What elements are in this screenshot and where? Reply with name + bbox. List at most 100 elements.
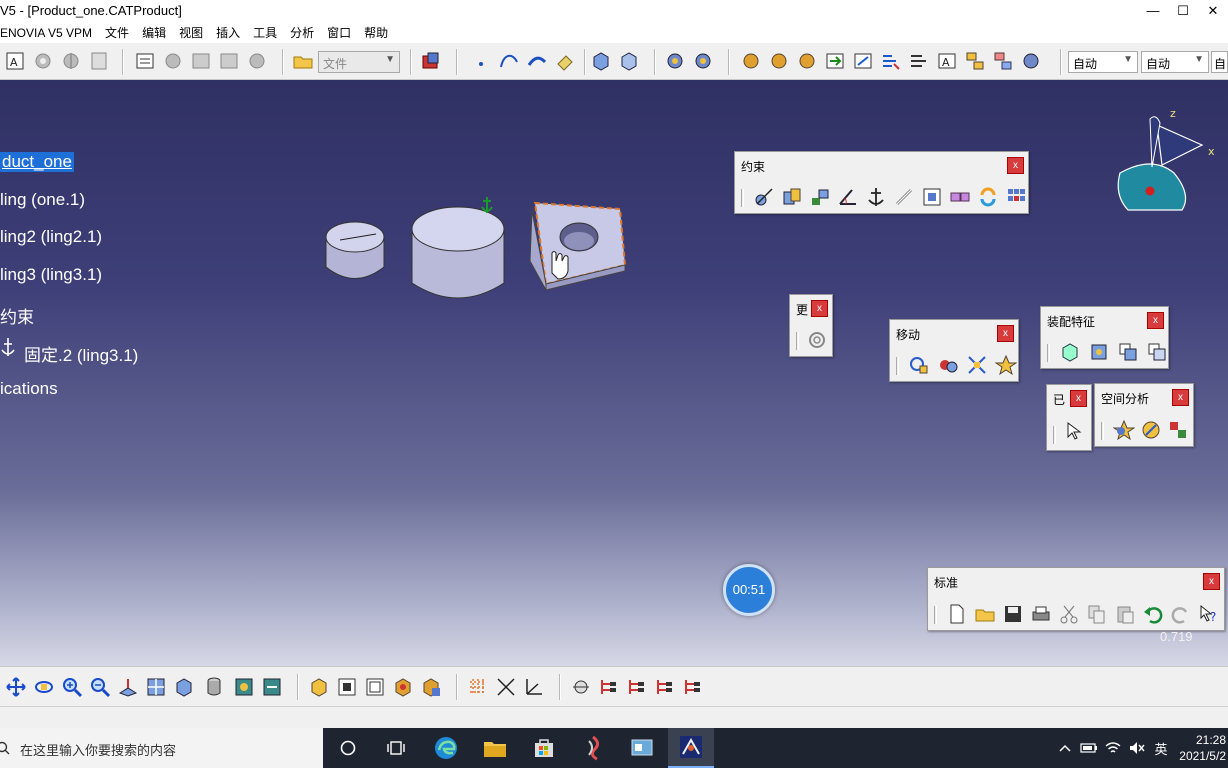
cube-view-icon[interactable] <box>618 50 640 72</box>
menu-edit[interactable]: 编辑 <box>142 24 166 41</box>
undo-icon[interactable] <box>1142 603 1164 625</box>
gear-assembly-icon[interactable] <box>796 50 818 72</box>
file-combo[interactable]: 文件 ▼ <box>318 51 400 73</box>
spline-icon[interactable] <box>498 50 520 72</box>
offset-constraint-icon[interactable] <box>809 186 831 208</box>
tray-clock[interactable]: 21:28 2021/5/2 <box>1174 728 1228 768</box>
tray-expand-button[interactable] <box>1054 728 1076 768</box>
eraser-icon[interactable] <box>554 50 576 72</box>
manipulate-icon[interactable] <box>908 354 930 376</box>
distance-analysis-icon[interactable] <box>1167 419 1189 441</box>
gear-assembly-icon[interactable] <box>768 50 790 72</box>
coordinate-icon[interactable] <box>523 676 545 698</box>
copy-icon[interactable] <box>1086 603 1108 625</box>
menu-analysis[interactable]: 分析 <box>290 24 314 41</box>
line-type-combo[interactable]: 自动 ▼ <box>1141 51 1209 73</box>
new-part-icon[interactable] <box>392 676 414 698</box>
coincidence-constraint-icon[interactable] <box>753 186 775 208</box>
tree-expand-icon[interactable] <box>654 676 676 698</box>
tree-icon[interactable] <box>992 50 1014 72</box>
shading-icon[interactable] <box>203 676 225 698</box>
menu-help[interactable]: 帮助 <box>364 24 388 41</box>
zoom-in-icon[interactable] <box>61 676 83 698</box>
clash-icon[interactable] <box>1113 419 1135 441</box>
applied-close-button[interactable]: x <box>1070 390 1087 407</box>
arrow-right-icon[interactable] <box>824 50 846 72</box>
redo-icon[interactable] <box>1170 603 1192 625</box>
taskbar-search-box[interactable]: 在这里输入你要搜索的内容 <box>0 728 323 768</box>
cut-icon[interactable] <box>1058 603 1080 625</box>
split-icon[interactable] <box>1059 341 1081 363</box>
toolbar-grip[interactable] <box>1101 422 1104 440</box>
menu-tools[interactable]: 工具 <box>253 24 277 41</box>
gear-assembly-icon[interactable] <box>692 50 714 72</box>
small-cylinder-part[interactable] <box>325 221 385 279</box>
table-grey-icon[interactable] <box>190 50 212 72</box>
menu-enovia[interactable]: ENOVIA V5 VPM <box>0 26 92 40</box>
3d-parts-scene[interactable] <box>320 195 640 315</box>
selection-arrow-icon[interactable] <box>1063 420 1085 442</box>
taskbar-app-screen[interactable] <box>619 728 665 768</box>
tray-network[interactable] <box>1102 728 1124 768</box>
update-close-button[interactable]: x <box>811 300 828 317</box>
standard-toolbar[interactable]: 标准 x ? <box>927 567 1225 631</box>
hide-show-icon[interactable] <box>233 676 255 698</box>
sectioning-icon[interactable] <box>1140 419 1162 441</box>
tree-icon[interactable] <box>964 50 986 72</box>
tree-item-applications[interactable]: ications <box>0 379 58 399</box>
close-button[interactable]: ✕ <box>1198 0 1228 22</box>
tray-volume[interactable] <box>1126 728 1148 768</box>
assembly-features-toolbar[interactable]: 装配特征 x <box>1040 306 1169 369</box>
tree-item-ling3[interactable]: ling3 (ling3.1) <box>0 265 102 285</box>
paste-icon[interactable] <box>1114 603 1136 625</box>
text-icon[interactable]: A <box>936 50 958 72</box>
taskbar-store[interactable] <box>521 728 567 768</box>
toolbar-grip[interactable] <box>934 606 937 624</box>
fix-component-icon[interactable] <box>865 186 887 208</box>
minimize-button[interactable]: — <box>1138 0 1168 22</box>
tray-battery[interactable] <box>1078 728 1100 768</box>
space-analysis-close-button[interactable]: x <box>1172 389 1189 406</box>
change-constraint-icon[interactable] <box>977 186 999 208</box>
gear-assembly-icon[interactable] <box>740 50 762 72</box>
gear-grey-icon[interactable] <box>32 50 54 72</box>
normal-view-icon[interactable] <box>117 676 139 698</box>
grid-icon[interactable] <box>467 676 489 698</box>
existing-component-icon[interactable] <box>308 676 330 698</box>
axis-system-icon[interactable] <box>495 676 517 698</box>
gear-grey-icon[interactable] <box>246 50 268 72</box>
properties-icon[interactable] <box>134 50 156 72</box>
explode-icon[interactable] <box>966 354 988 376</box>
ai-icon[interactable]: A <box>4 50 26 72</box>
cube-view-icon[interactable] <box>590 50 612 72</box>
move-close-button[interactable]: x <box>997 325 1014 342</box>
3d-viewport[interactable]: duct_one ling (one.1) ling2 (ling2.1) li… <box>0 80 1228 666</box>
taskbar-app-3dx[interactable] <box>570 728 616 768</box>
tree-item-ling[interactable]: ling (one.1) <box>0 190 85 210</box>
remove-icon[interactable] <box>1146 341 1168 363</box>
new-product-icon[interactable] <box>364 676 386 698</box>
contact-constraint-icon[interactable] <box>781 186 803 208</box>
tree-item-ling2[interactable]: ling2 (ling2.1) <box>0 227 102 247</box>
new-component-icon[interactable] <box>336 676 358 698</box>
compass-widget[interactable]: z x <box>1112 105 1222 215</box>
pocket-icon[interactable] <box>1117 341 1139 363</box>
update-icon[interactable] <box>806 329 828 351</box>
layer-combo[interactable]: 自 <box>1211 51 1228 73</box>
quick-constraint-icon[interactable] <box>921 186 943 208</box>
iso-view-icon[interactable] <box>173 676 195 698</box>
pan-icon[interactable] <box>5 676 27 698</box>
maximize-button[interactable]: ☐ <box>1168 0 1198 22</box>
toolbar-grip[interactable] <box>1047 344 1050 362</box>
measure-icon[interactable] <box>570 676 592 698</box>
zoom-out-icon[interactable] <box>89 676 111 698</box>
tree-expand-icon[interactable] <box>598 676 620 698</box>
print-icon[interactable] <box>1030 603 1052 625</box>
replace-icon[interactable] <box>852 50 874 72</box>
reorder-icon[interactable] <box>908 50 930 72</box>
block-with-hole-part[interactable] <box>529 201 627 291</box>
open-folder-icon[interactable] <box>974 603 996 625</box>
point-icon[interactable] <box>470 50 492 72</box>
gear-grey-icon[interactable] <box>162 50 184 72</box>
swap-space-icon[interactable] <box>261 676 283 698</box>
